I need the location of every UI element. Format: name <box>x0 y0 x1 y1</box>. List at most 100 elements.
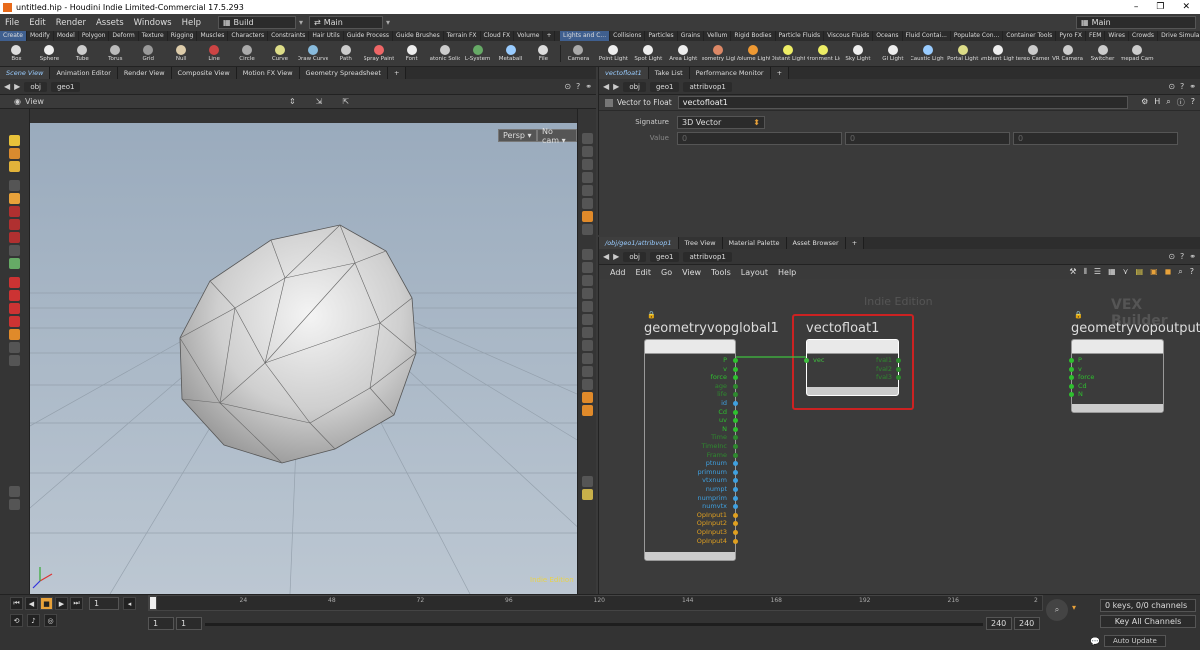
tool-metaball[interactable]: Metaball <box>496 45 526 62</box>
shelf-tab-rigging[interactable]: Rigging <box>168 31 198 41</box>
key-search-icon[interactable]: ⌕ <box>1046 599 1068 621</box>
flipbook-icon[interactable] <box>581 489 593 500</box>
tool-draw-curve[interactable]: Draw Curve <box>298 45 328 62</box>
shelf-tab-wires[interactable]: Wires <box>1105 31 1130 41</box>
menu-help[interactable]: Help <box>177 18 206 28</box>
menu-assets[interactable]: Assets <box>91 18 129 28</box>
menu-file[interactable]: File <box>0 18 24 28</box>
lock-icon[interactable] <box>9 193 20 204</box>
tool-sky-light[interactable]: Sky Light <box>841 45 874 62</box>
shelf-tab-viscous-fluids[interactable]: Viscous Fluids <box>824 31 874 41</box>
ghost-icon[interactable] <box>581 185 593 196</box>
point-number-icon[interactable] <box>581 262 593 273</box>
path-geo1[interactable]: geo1 <box>649 81 680 92</box>
shelf-tab-particle-fluids[interactable]: Particle Fluids <box>776 31 825 41</box>
visibility-icon[interactable] <box>581 405 593 416</box>
shelf-tab-pyro-fx[interactable]: Pyro FX <box>1056 31 1086 41</box>
frame-ruler[interactable]: 1244872961201441681922162 <box>148 595 1043 611</box>
shelf-tab-cloud-fx[interactable]: Cloud FX <box>481 31 515 41</box>
shelf-tab-create[interactable]: Create <box>0 31 27 41</box>
arrow-select-icon[interactable] <box>9 180 20 191</box>
shelf-tab-container-tools[interactable]: Container Tools <box>1003 31 1057 41</box>
tool-camera[interactable]: Camera <box>562 45 595 62</box>
handle-tool-icon[interactable] <box>9 245 20 256</box>
tool-gamepad-camera[interactable]: Gamepad Camera <box>1121 45 1154 62</box>
sound-icon[interactable]: ♪ <box>27 614 40 627</box>
display-options-icon[interactable]: ⇲ <box>316 97 323 106</box>
light-icon[interactable] <box>581 172 593 183</box>
shelf-tab-model[interactable]: Model <box>54 31 79 41</box>
tab-asset-browser[interactable]: Asset Browser <box>786 237 846 249</box>
tab-performance-monitor[interactable]: Performance Monitor <box>689 67 771 79</box>
menu-edit[interactable]: Edit <box>24 18 50 28</box>
forward-arrow-icon[interactable]: ▶ <box>14 82 20 91</box>
chevron-down-icon[interactable]: ▾ <box>299 18 303 27</box>
frame-step-icon[interactable]: ◎ <box>44 614 57 627</box>
tool-environment-light[interactable]: Environment Light <box>807 45 840 62</box>
scale-tool-icon[interactable] <box>9 232 20 243</box>
snapshot-icon[interactable] <box>581 476 593 487</box>
tool-file[interactable]: File <box>528 45 558 62</box>
color-palette-icon[interactable]: ◼ <box>1165 267 1172 277</box>
tool-area-light[interactable]: Area Light <box>667 45 700 62</box>
pose-tool-icon[interactable] <box>9 148 20 159</box>
shelf-tab-deform[interactable]: Deform <box>109 31 139 41</box>
tool-l-system[interactable]: L-System <box>463 45 493 62</box>
vertex-display-icon[interactable] <box>581 301 593 312</box>
tab-vectofloat1[interactable]: vectofloat1 <box>599 67 649 79</box>
right-desktop-select[interactable]: ▦ Main <box>1076 16 1196 29</box>
magnet-icon[interactable] <box>9 316 20 327</box>
path-obj[interactable]: obj <box>623 81 646 92</box>
back-arrow-icon[interactable]: ◀ <box>603 82 609 91</box>
net-menu-add[interactable]: Add <box>605 268 631 277</box>
grid-view-icon[interactable]: ▦ <box>1108 267 1116 277</box>
signature-select[interactable]: 3D Vector ⬍ <box>677 115 765 129</box>
path-obj[interactable]: obj <box>24 81 47 92</box>
columns-icon[interactable]: ⫴ <box>1084 267 1087 277</box>
jump-end-icon[interactable]: ⏭ <box>70 597 83 610</box>
tab-scene-view[interactable]: Scene View <box>0 67 51 79</box>
tool-geometry-light[interactable]: Geometry Light <box>702 45 735 62</box>
shelf-tab-crowds[interactable]: Crowds <box>1129 31 1159 41</box>
help-icon[interactable]: ? <box>1190 267 1194 277</box>
shelf-tab-fem[interactable]: FEM <box>1086 31 1106 41</box>
uv-display-icon[interactable] <box>581 327 593 338</box>
render-region-icon[interactable] <box>9 342 20 353</box>
range-end2-field[interactable]: 240 <box>1014 617 1040 630</box>
tab-tree-view[interactable]: Tree View <box>678 237 723 249</box>
key-all-channels-button[interactable]: Key All Channels <box>1100 615 1196 628</box>
tool-portal-light[interactable]: Portal Light <box>946 45 979 62</box>
chevron-down-icon[interactable]: ▾ <box>386 18 390 27</box>
node-name-field[interactable]: vectofloat1 <box>677 96 1128 109</box>
tab-composite-view[interactable]: Composite View <box>171 67 237 79</box>
tool-platonic-solids[interactable]: Platonic Solids <box>430 45 460 62</box>
settings-icon[interactable] <box>9 486 20 497</box>
tool-line[interactable]: Line <box>199 45 229 62</box>
select-tool-icon[interactable] <box>9 135 20 146</box>
shelf-tab-drive-simula[interactable]: Drive Simula... <box>1158 31 1200 41</box>
tool-torus[interactable]: Torus <box>100 45 130 62</box>
tool-circle[interactable]: Circle <box>232 45 262 62</box>
help-icon[interactable]: ? <box>576 82 580 91</box>
auto-update-button[interactable]: Auto Update <box>1103 635 1166 647</box>
value-field-x[interactable]: 0 <box>677 131 842 145</box>
lock-camera-icon[interactable] <box>581 159 593 170</box>
shelf-tab-lights-and-c[interactable]: Lights and C... <box>560 31 611 41</box>
help-icon[interactable]: ? <box>1180 82 1184 91</box>
path-geo1[interactable]: geo1 <box>649 251 680 262</box>
range-start2-field[interactable]: 1 <box>176 617 202 630</box>
camera-tool-icon[interactable] <box>9 329 20 340</box>
help-icon[interactable]: ? <box>1191 97 1195 108</box>
snap-point-icon[interactable] <box>9 303 20 314</box>
shading-icon[interactable] <box>581 211 593 222</box>
tool-ambient-light[interactable]: Ambient Light <box>981 45 1014 62</box>
shelf-tab-fluid-contai[interactable]: Fluid Contai... <box>903 31 951 41</box>
shelf-tab-grains[interactable]: Grains <box>678 31 705 41</box>
shelf-tab-polygon[interactable]: Polygon <box>79 31 110 41</box>
shelf-tab-guide-brushes[interactable]: Guide Brushes <box>393 31 444 41</box>
network-canvas[interactable]: Indie Edition VEX Builder geometryvopglo… <box>599 279 1200 594</box>
maximize-button[interactable]: ❐ <box>1156 2 1164 12</box>
shelf-tab-particles[interactable]: Particles <box>645 31 678 41</box>
value-field-z[interactable]: 0 <box>1013 131 1178 145</box>
tool-font[interactable]: Font <box>397 45 427 62</box>
